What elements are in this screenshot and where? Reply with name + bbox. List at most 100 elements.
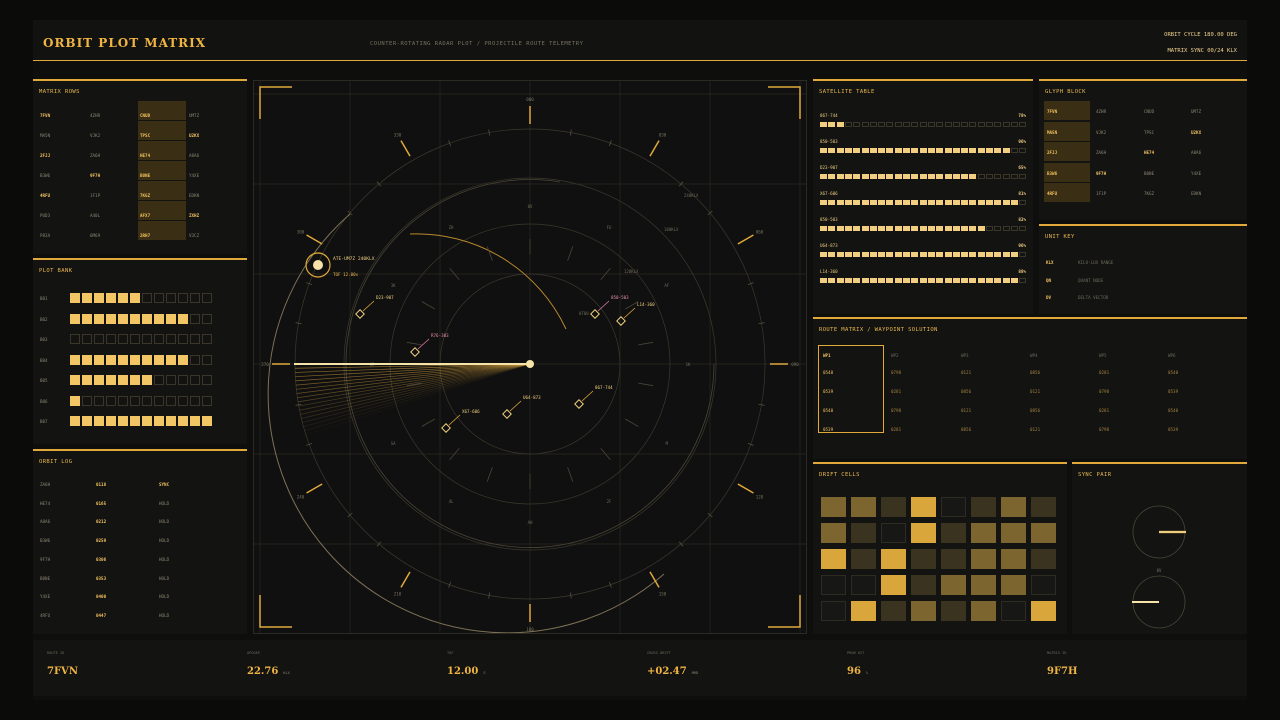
satellite-bar-segment <box>994 278 1002 283</box>
footer-field-unit: KLX <box>283 671 290 675</box>
satellite-bar-segment <box>894 148 902 153</box>
satellite-bar-segment <box>1010 174 1018 179</box>
orbit-log-cell: HOLD <box>159 500 170 506</box>
radar-degree-label: 060 <box>756 230 764 235</box>
satellite-bar-segment <box>936 122 944 127</box>
route-cell: 0281 <box>891 427 902 432</box>
satellite-bar-segment <box>961 226 969 231</box>
plot-bank-segment <box>166 416 176 426</box>
orbit-arc-outer <box>267 213 665 634</box>
plot-bank-segment <box>178 395 188 406</box>
plot-bank-segment <box>130 375 140 385</box>
satellite-bar-segment <box>903 278 910 283</box>
orbit-log-cell: ZA6H <box>40 482 51 487</box>
plot-bank-segment <box>142 334 152 344</box>
satellite-bar-segment <box>828 200 836 205</box>
plot-bank-segment <box>82 293 92 303</box>
satellite-bar-segment <box>977 122 985 127</box>
unit-key-code: QN <box>1046 277 1052 283</box>
plot-bank-segment <box>106 375 116 385</box>
drift-cell <box>1001 549 1026 569</box>
satellite-bar-segment <box>836 148 844 153</box>
satellite-id: L14-360 <box>820 269 838 274</box>
plot-bank-segment <box>154 354 164 365</box>
satellite-bar-segment <box>986 226 993 231</box>
satellite-table-panel: SATELLITE TABLE 867-744 78% 850-503 96% D23-… <box>813 79 1033 314</box>
drift-cell <box>821 601 846 621</box>
footer-field-unit: S <box>483 671 486 675</box>
plot-bank-segment <box>166 313 176 324</box>
plot-bank-row-label: B01 <box>40 296 48 301</box>
satellite-bar-segment <box>869 174 877 179</box>
satellite-bar-segment <box>919 226 927 231</box>
plot-bank-segment <box>118 313 128 324</box>
satellite-bar-segment <box>861 122 869 127</box>
orbit-log-cell: 0400 <box>96 594 107 600</box>
drift-cell <box>881 523 906 543</box>
route-cell: 0856 <box>961 427 972 432</box>
marker-leader <box>623 307 636 319</box>
orbit-log-cell: HOLD <box>159 594 170 600</box>
satellite-bar-segment <box>927 122 935 127</box>
plot-bank-segment <box>82 375 92 385</box>
plot-bank-segment <box>82 313 92 324</box>
plot-bank-segment <box>154 375 164 385</box>
satellite-bar-segment <box>869 278 877 283</box>
plot-bank-segment <box>94 334 104 344</box>
unit-key-code: DV <box>1046 295 1052 300</box>
plot-bank-segment <box>202 334 212 344</box>
satellite-bar-segment <box>961 122 969 127</box>
radar-marker <box>355 309 365 319</box>
target-core <box>313 260 323 270</box>
panel-title: MATRIX ROWS <box>39 89 80 95</box>
satellite-bar-segment <box>986 148 993 153</box>
panel-title: PLOT BANK <box>39 268 73 274</box>
route-header: WP5 <box>1099 353 1107 358</box>
app-title: ORBIT PLOT MATRIX <box>43 36 207 50</box>
satellite-bar-segment <box>1019 226 1027 231</box>
matrix-cell: U2KX <box>189 133 200 138</box>
drift-cell <box>971 549 996 569</box>
radar-degree-label: 270 <box>261 362 269 367</box>
radar-inner-label: AH <box>528 520 533 525</box>
route-cell: 0798 <box>1099 427 1110 432</box>
radar-marker <box>441 423 451 433</box>
satellite-bar-segment <box>1002 174 1010 179</box>
satellite-bar-segment <box>927 174 935 179</box>
plot-bank-segment <box>142 313 152 324</box>
plot-bank-panel: PLOT BANK B01 B02 B03 B04 B05 B06 B07 <box>33 258 247 444</box>
plot-bank-segment <box>190 354 200 365</box>
plot-bank-segment <box>190 293 200 303</box>
radar-marker <box>502 409 512 419</box>
route-cell: 0798 <box>1099 389 1110 394</box>
orbit-log-cell: B3W6 <box>40 538 51 544</box>
satellite-bar-segment <box>1002 122 1010 127</box>
glyph-cell: 7KGZ <box>1144 191 1155 196</box>
satellite-bar-segment <box>1010 148 1018 153</box>
satellite-bar-segment <box>919 278 927 283</box>
radar-center <box>526 360 534 368</box>
radar-tick <box>488 592 491 599</box>
orbit-log-cell: 0212 <box>96 519 107 525</box>
matrix-cell: ZXHZ <box>189 213 200 218</box>
plot-bank-segment <box>202 354 212 365</box>
marker-label: D23-907 <box>376 295 394 300</box>
satellite-bar-segment <box>903 252 910 257</box>
tof-label: TOF 12.00s <box>333 272 359 277</box>
satellite-bar-segment <box>927 148 935 153</box>
satellite-bar-segment <box>969 226 977 231</box>
route-cell: 0121 <box>961 370 972 375</box>
plot-bank-segment <box>106 354 116 365</box>
radar-plot[interactable]: 000 030 060 090 120 150 180 210 240 270 300 330 0V FU… <box>254 81 806 635</box>
satellite-bar-segment <box>1010 252 1018 257</box>
header-bar: ORBIT PLOT MATRIX COUNTER-ROTATING RADAR… <box>33 20 1247 61</box>
satellite-id: X67-606 <box>820 191 838 196</box>
satellite-bar-segment <box>844 174 852 179</box>
satellite-bar-segment <box>994 252 1002 257</box>
glyph-cell: 7FVN <box>1047 109 1058 114</box>
satellite-bar-segment <box>1002 252 1010 257</box>
plot-bank-segment <box>190 313 200 324</box>
satellite-bar-segment <box>977 226 985 231</box>
marker-leader <box>581 390 594 402</box>
radar-tick <box>569 592 572 599</box>
